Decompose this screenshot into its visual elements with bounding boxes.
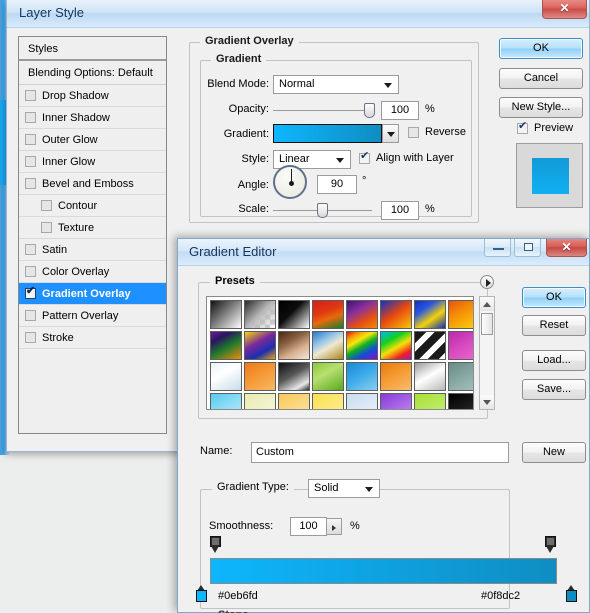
sidebar-item-label: Bevel and Emboss xyxy=(42,177,134,190)
sidebar-item-label: Gradient Overlay xyxy=(42,287,131,300)
desktop-background-lower xyxy=(0,455,178,613)
sidebar-item-label: Color Overlay xyxy=(42,265,110,278)
reverse-label: Reverse xyxy=(425,126,466,138)
gradient-overlay-group-title: Gradient Overlay xyxy=(200,35,299,47)
blend-mode-value: Normal xyxy=(279,78,315,90)
sidebar-item-label: Stroke xyxy=(42,331,74,344)
sidebar-item-stroke[interactable]: Stroke xyxy=(19,327,166,349)
gradient-editor-window: Gradient Editor ✕ Presets OK Reset Load.… xyxy=(177,238,590,613)
checkbox-icon[interactable] xyxy=(25,90,36,101)
gradient-style-value: Linear xyxy=(279,153,310,165)
new-style-button[interactable]: New Style... xyxy=(499,97,583,118)
styles-list-header: Styles xyxy=(19,37,166,61)
sidebar-item-label: Texture xyxy=(58,221,95,234)
gradient-overlay-group: Gradient Overlay Gradient Blend Mode: No… xyxy=(189,35,479,223)
checkbox-icon xyxy=(359,150,370,164)
blend-mode-select[interactable]: Normal xyxy=(273,75,399,94)
ok-button[interactable]: OK xyxy=(499,38,583,59)
sidebar-item-drop-shadow[interactable]: Drop Shadow xyxy=(19,85,166,107)
sidebar-item-label: Inner Glow xyxy=(42,155,96,168)
checkbox-icon[interactable] xyxy=(25,310,36,321)
align-with-layer-checkbox[interactable]: Align with Layer xyxy=(359,150,454,164)
style-label: Style: xyxy=(241,153,269,165)
checkbox-icon[interactable] xyxy=(25,134,36,145)
reverse-checkbox[interactable]: Reverse xyxy=(408,126,466,138)
sidebar-item-contour[interactable]: Contour xyxy=(19,195,166,217)
sidebar-item-bevel-and-emboss[interactable]: Bevel and Emboss xyxy=(19,173,166,195)
gradient-preview-swatch[interactable] xyxy=(273,124,382,143)
sidebar-item-inner-glow[interactable]: Inner Glow xyxy=(19,151,166,173)
preview-checkbox[interactable]: Preview xyxy=(517,120,574,134)
right-stop-hex-label: #0f8dc2 xyxy=(481,590,521,602)
checkbox-icon[interactable] xyxy=(25,266,36,277)
chevron-down-icon xyxy=(336,158,344,163)
styles-list[interactable]: Styles Blending Options: Default Drop Sh… xyxy=(18,36,167,434)
checkbox-icon[interactable] xyxy=(41,200,52,211)
opacity-input[interactable]: 100 xyxy=(381,101,419,120)
scale-unit: % xyxy=(425,203,435,215)
sidebar-item-label: Drop Shadow xyxy=(42,89,109,102)
styles-list-empty-area xyxy=(19,349,166,433)
checkbox-icon[interactable] xyxy=(25,156,36,167)
gradient-subgroup: Gradient Blend Mode: Normal Opacity: 100… xyxy=(200,53,472,220)
opacity-unit: % xyxy=(425,103,435,115)
checkbox-icon[interactable] xyxy=(25,178,36,189)
preview-thumbnail xyxy=(516,143,583,208)
left-stop-hex-label: #0eb6fd xyxy=(218,590,258,602)
sidebar-item-gradient-overlay[interactable]: Gradient Overlay xyxy=(19,283,166,305)
color-stop-right[interactable] xyxy=(566,585,577,603)
checkbox-icon[interactable] xyxy=(25,244,36,255)
sidebar-item-label: Contour xyxy=(58,199,98,212)
sidebar-item-label: Inner Shadow xyxy=(42,111,110,124)
sidebar-item-inner-shadow[interactable]: Inner Shadow xyxy=(19,107,166,129)
preview-shape xyxy=(532,158,569,194)
layer-style-titlebar: Layer Style ✕ xyxy=(7,0,589,28)
blend-mode-label: Blend Mode: xyxy=(207,78,269,90)
sidebar-item-label: Satin xyxy=(42,243,68,256)
styles-list-rows: Drop Shadow Inner Shadow Outer Glow Inner G… xyxy=(19,85,166,349)
gradient-bar-area: #0eb6fd #0f8dc2 Stops xyxy=(178,239,589,613)
opacity-stop-right[interactable] xyxy=(545,536,556,555)
opacity-slider-track[interactable] xyxy=(273,110,370,111)
sidebar-item-satin[interactable]: Satin xyxy=(19,239,166,261)
sidebar-item-blending-options[interactable]: Blending Options: Default xyxy=(19,61,166,85)
angle-unit: ° xyxy=(362,175,367,187)
layer-style-title: Layer Style xyxy=(19,5,85,20)
checkbox-icon[interactable] xyxy=(41,222,52,233)
close-icon[interactable]: ✕ xyxy=(542,0,587,19)
preview-label: Preview xyxy=(534,122,574,134)
checkbox-icon[interactable] xyxy=(25,332,36,343)
gradient-picker-dropdown[interactable] xyxy=(382,124,399,143)
scale-input[interactable]: 100 xyxy=(381,201,419,220)
gradient-subgroup-title: Gradient xyxy=(211,53,267,65)
sidebar-item-label: Pattern Overlay xyxy=(42,309,119,322)
angle-dial[interactable] xyxy=(273,165,307,199)
checkbox-icon xyxy=(517,120,528,134)
sidebar-item-outer-glow[interactable]: Outer Glow xyxy=(19,129,166,151)
sidebar-item-texture[interactable]: Texture xyxy=(19,217,166,239)
checkbox-icon xyxy=(408,126,419,138)
opacity-label: Opacity: xyxy=(228,103,269,115)
angle-center-dot xyxy=(289,181,294,186)
checkbox-icon[interactable] xyxy=(25,285,36,299)
color-stop-left[interactable] xyxy=(196,585,207,603)
angle-input[interactable]: 90 xyxy=(317,175,357,194)
angle-label: Angle: xyxy=(237,179,269,191)
sidebar-item-label: Outer Glow xyxy=(42,133,98,146)
stops-group-title: Stops xyxy=(218,609,249,613)
opacity-stop-left[interactable] xyxy=(210,536,221,555)
opacity-slider-thumb[interactable] xyxy=(364,103,375,118)
sidebar-item-color-overlay[interactable]: Color Overlay xyxy=(19,261,166,283)
screen: Layer Style ✕ Styles Blending Options: D… xyxy=(0,0,590,613)
chevron-down-icon xyxy=(387,132,395,137)
scale-slider-thumb[interactable] xyxy=(317,203,328,218)
align-with-layer-label: Align with Layer xyxy=(376,152,454,164)
cancel-button[interactable]: Cancel xyxy=(499,68,583,89)
scale-label: Scale: xyxy=(238,203,269,215)
gradient-bar[interactable] xyxy=(210,558,557,584)
sidebar-item-pattern-overlay[interactable]: Pattern Overlay xyxy=(19,305,166,327)
chevron-down-icon xyxy=(384,83,392,88)
checkbox-icon[interactable] xyxy=(25,112,36,123)
gradient-label: Gradient: xyxy=(223,128,269,140)
